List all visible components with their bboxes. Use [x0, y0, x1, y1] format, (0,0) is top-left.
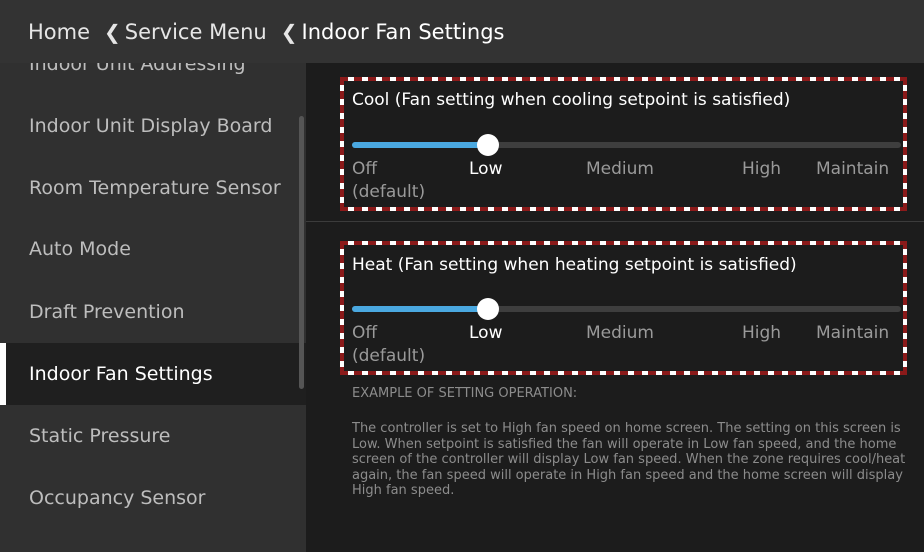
heat-slider-thumb[interactable] [477, 298, 499, 320]
sidebar-item-occupancy-sensor[interactable]: Occupancy Sensor [0, 467, 306, 529]
sidebar-item-label: Indoor Unit Display Board [29, 115, 273, 137]
sidebar-item-label: Auto Mode [29, 238, 131, 260]
sidebar-item-label: Indoor Unit Addressing [29, 63, 246, 75]
cool-option-low[interactable]: Low [469, 159, 502, 179]
heat-option-low[interactable]: Low [469, 323, 502, 343]
cool-option-off-default: (default) [352, 182, 426, 202]
sidebar-item-label: Occupancy Sensor [29, 487, 206, 509]
cool-fan-slider[interactable] [352, 134, 901, 156]
sidebar-item-auto-mode[interactable]: Auto Mode [0, 218, 306, 280]
sidebar-item-indoor-unit-addressing[interactable]: Indoor Unit Addressing [0, 63, 306, 95]
sidebar-item-label: Static Pressure [29, 425, 171, 447]
sidebar-item-draft-prevention[interactable]: Draft Prevention [0, 281, 306, 343]
chevron-left-icon: ❮ [104, 19, 121, 44]
sidebar-item-room-temperature-sensor[interactable]: Room Temperature Sensor [0, 157, 306, 219]
cool-option-medium[interactable]: Medium [586, 159, 654, 179]
example-heading: EXAMPLE OF SETTING OPERATION: [352, 386, 578, 401]
sidebar-item-indoor-fan-settings[interactable]: Indoor Fan Settings [0, 343, 306, 405]
cool-option-off[interactable]: Off [352, 159, 377, 179]
heat-option-maintain[interactable]: Maintain [816, 323, 889, 343]
heat-fan-slider[interactable] [352, 298, 901, 320]
breadcrumb-home[interactable]: Home [28, 20, 90, 44]
cool-slider-thumb[interactable] [477, 134, 499, 156]
sidebar-item-label: Draft Prevention [29, 301, 185, 323]
cool-slider-fill [352, 142, 489, 148]
sidebar-item-indoor-unit-display-board[interactable]: Indoor Unit Display Board [0, 95, 306, 157]
chevron-left-icon: ❮ [280, 19, 298, 44]
sidebar-item-label: Indoor Fan Settings [29, 363, 213, 385]
heat-section-title: Heat (Fan setting when heating setpoint … [352, 255, 797, 275]
active-indicator [0, 343, 6, 405]
heat-option-off[interactable]: Off [352, 323, 377, 343]
heat-option-off-default: (default) [352, 346, 426, 366]
example-body: The controller is set to High fan speed … [352, 421, 906, 498]
breadcrumb-bar: Home ❮ Service Menu ❮ Indoor Fan Setting… [0, 0, 924, 63]
section-divider [306, 221, 924, 222]
sidebar-scrollbar[interactable] [299, 116, 304, 389]
sidebar: Indoor Unit Addressing Indoor Unit Displ… [0, 63, 306, 552]
heat-option-high[interactable]: High [742, 323, 781, 343]
cool-section-title: Cool (Fan setting when cooling setpoint … [352, 90, 791, 110]
breadcrumb-service-menu[interactable]: Service Menu [125, 20, 267, 44]
cool-option-maintain[interactable]: Maintain [816, 159, 889, 179]
sidebar-item-label: Room Temperature Sensor [29, 177, 281, 199]
heat-slider-fill [352, 306, 489, 312]
heat-option-medium[interactable]: Medium [586, 323, 654, 343]
cool-option-high[interactable]: High [742, 159, 781, 179]
sidebar-item-static-pressure[interactable]: Static Pressure [0, 405, 306, 467]
breadcrumb-current: Indoor Fan Settings [301, 19, 505, 44]
